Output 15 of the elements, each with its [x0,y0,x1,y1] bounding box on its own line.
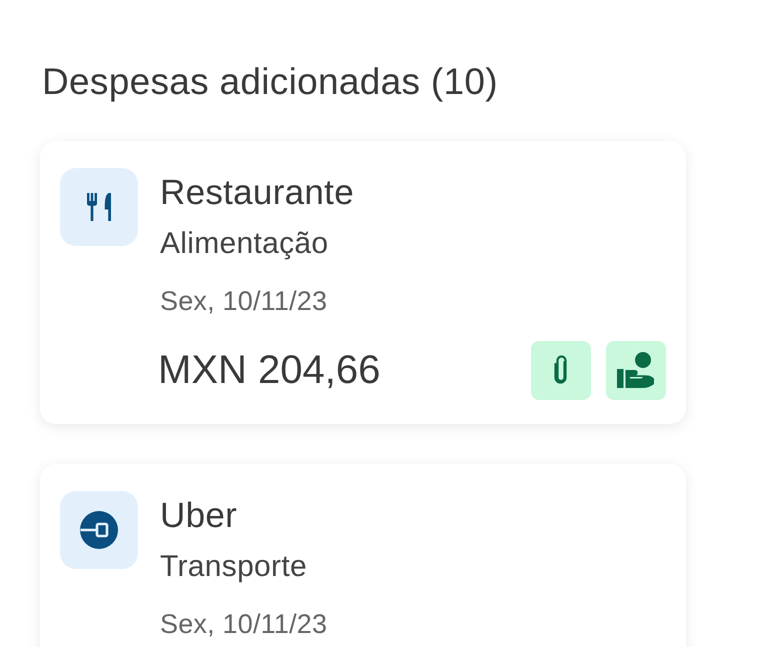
expense-category: Transporte [160,549,307,585]
reimbursement-button[interactable] [606,340,666,400]
expense-name: Restaurante [160,173,354,213]
expense-date: Sex, 10/11/23 [160,608,328,641]
hand-person-icon [617,352,655,388]
expense-card[interactable]: Restaurante Alimentação Sex, 10/11/23 MXN 204,66 [40,141,686,424]
expense-amount: MXN 204,66 [158,347,380,394]
paperclip-icon [554,354,568,386]
section-title: Despesas adicionadas (10) [42,60,498,104]
expense-card[interactable]: Uber Transporte Sex, 10/11/23 [40,464,686,647]
fork-knife-icon [87,193,111,221]
attachment-button[interactable] [531,340,591,400]
expense-category: Alimentação [160,226,328,262]
expense-name: Uber [160,496,238,536]
expense-date: Sex, 10/11/23 [160,285,328,318]
